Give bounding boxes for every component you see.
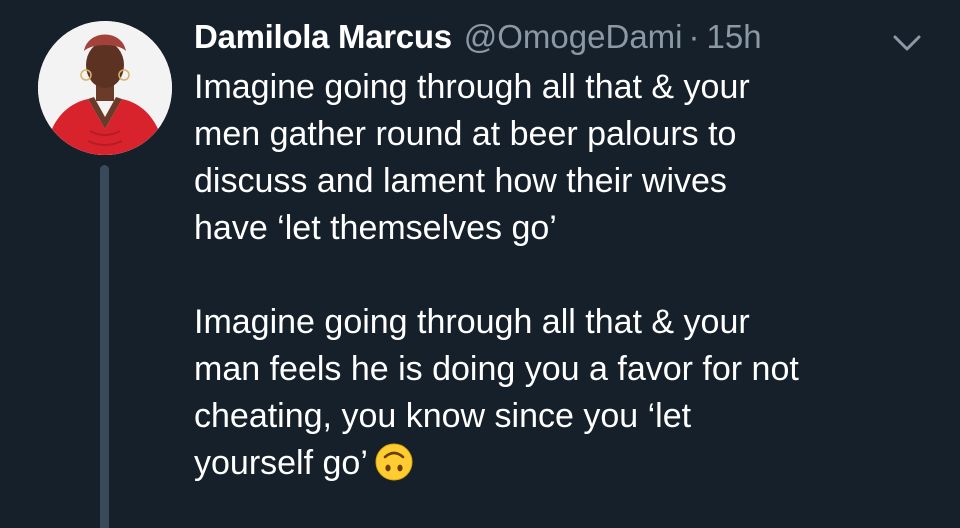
text-line: discuss and lament how their wives xyxy=(194,162,727,200)
author-avatar[interactable] xyxy=(38,21,172,155)
text-line: cheating, you know since you ‘let xyxy=(194,397,692,435)
text-line-with-emoji: yourself go’ xyxy=(194,440,944,487)
text-line: Imagine going through all that & your xyxy=(194,68,750,106)
tweet-paragraph: Imagine going through all that & your ma… xyxy=(194,299,944,487)
author-name[interactable]: Damilola Marcus xyxy=(194,18,452,56)
header-separator: · xyxy=(688,18,700,55)
tweet-card[interactable]: Damilola Marcus @OmogeDami · 15h Imagine… xyxy=(0,0,960,528)
tweet-paragraph: Imagine going through all that & your me… xyxy=(194,64,944,252)
upside-down-face-emoji-icon xyxy=(374,442,414,482)
author-handle[interactable]: @OmogeDami xyxy=(464,18,683,56)
tweet-timestamp[interactable]: 15h xyxy=(707,18,762,56)
text-line: men gather round at beer palours to xyxy=(194,115,737,153)
tweet-text: Imagine going through all that & your me… xyxy=(194,64,944,487)
text-line: Imagine going through all that & your xyxy=(194,303,750,341)
text-line: man feels he is doing you a favor for no… xyxy=(194,350,799,388)
chevron-down-icon[interactable] xyxy=(890,32,924,54)
text-line: have ‘let themselves go’ xyxy=(194,209,557,247)
text-line: yourself go’ xyxy=(194,444,368,482)
tweet-header: Damilola Marcus @OmogeDami · 15h xyxy=(194,12,762,62)
thread-connector-line xyxy=(100,165,109,528)
avatar-image xyxy=(38,21,172,155)
